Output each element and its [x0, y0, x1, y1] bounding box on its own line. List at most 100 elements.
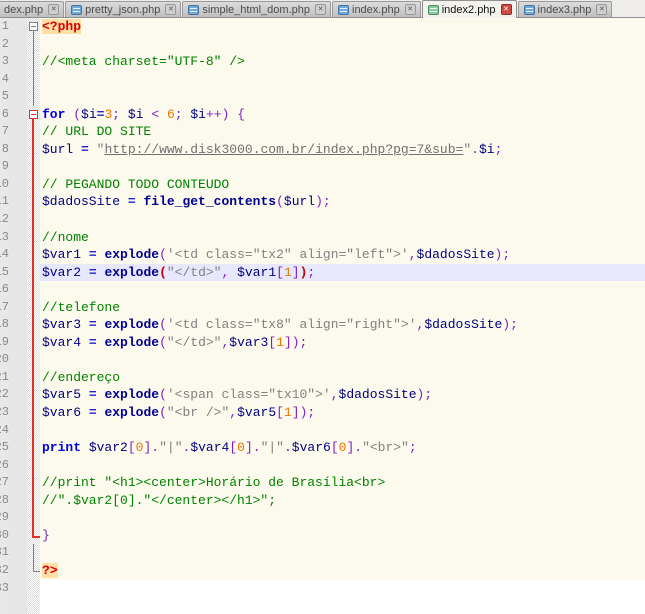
code-text[interactable]: <?php — [40, 18, 645, 36]
code-text[interactable] — [40, 158, 645, 176]
code-text[interactable]: $var3 = explode('<td class="tx8" align="… — [40, 316, 645, 334]
bookmark-margin[interactable] — [9, 386, 27, 405]
line-number: 23 — [0, 404, 9, 422]
code-text[interactable] — [40, 281, 645, 299]
tab-pretty_json-php[interactable]: pretty_json.php ✕ — [65, 1, 182, 17]
code-text[interactable] — [40, 88, 645, 106]
bookmark-margin[interactable] — [9, 88, 27, 106]
bookmark-margin[interactable] — [9, 544, 27, 562]
close-icon[interactable]: ✕ — [48, 4, 60, 15]
fold-marker-line-red — [27, 509, 40, 527]
code-editor[interactable]: 1 <?php 2 3 //<meta charset="UTF-8" /> 4 5 6 for… — [0, 18, 645, 614]
bookmark-margin[interactable] — [9, 123, 27, 141]
bookmark-margin[interactable] — [9, 509, 27, 527]
bookmark-margin[interactable] — [9, 281, 27, 299]
line-number: 7 — [0, 123, 9, 141]
bookmark-margin[interactable] — [9, 316, 27, 334]
code-text[interactable]: $var4 = explode("</td>",$var3[1]); — [40, 333, 645, 352]
close-icon[interactable]: ✕ — [165, 4, 177, 15]
code-text[interactable]: } — [40, 526, 645, 545]
bookmark-margin[interactable] — [9, 70, 27, 89]
code-text[interactable]: // PEGANDO TODO CONTEUDO — [40, 175, 645, 194]
bookmark-margin[interactable] — [9, 421, 27, 440]
bookmark-margin[interactable] — [9, 351, 27, 369]
bookmark-margin[interactable] — [9, 298, 27, 317]
code-text[interactable]: //print "<h1><center>Horário de Brasília… — [40, 474, 645, 492]
bookmark-margin[interactable] — [9, 439, 27, 457]
bookmark-margin[interactable] — [9, 228, 27, 247]
code-text[interactable]: // URL DO SITE — [40, 123, 645, 141]
fold-marker-line-gray — [27, 53, 40, 71]
code-line-30: 30} — [0, 526, 645, 545]
tab-dex-php[interactable]: dex.php ✕ — [0, 1, 65, 17]
fold-marker-line-red — [27, 193, 40, 212]
close-icon[interactable]: ✕ — [404, 4, 416, 15]
code-text[interactable]: $var6 = explode("<br />",$var5[1]); — [40, 404, 645, 422]
bookmark-margin[interactable] — [9, 193, 27, 212]
bookmark-margin[interactable] — [9, 491, 27, 510]
line-number: 11 — [0, 193, 9, 212]
code-text[interactable]: $var1 = explode('<td class="tx2" align="… — [40, 246, 645, 264]
bookmark-margin[interactable] — [9, 368, 27, 387]
line-number: 10 — [0, 175, 9, 194]
tab-index3-php[interactable]: index3.php ✕ — [517, 1, 613, 17]
code-text[interactable]: $var2 = explode("</td>", $var1[1]); — [40, 263, 645, 282]
code-text[interactable] — [40, 211, 645, 229]
tab-simple_html_dom-php[interactable]: simple_html_dom.php ✕ — [182, 1, 331, 17]
code-text[interactable] — [40, 579, 645, 598]
bookmark-margin[interactable] — [9, 579, 27, 598]
code-text[interactable] — [40, 35, 645, 54]
code-text[interactable] — [40, 456, 645, 475]
code-text[interactable] — [40, 544, 645, 562]
code-text[interactable]: print $var2[0]."|".$var4[0]."|".$var6[0]… — [40, 439, 645, 457]
bookmark-margin[interactable] — [9, 333, 27, 352]
fold-margin — [27, 579, 40, 598]
bookmark-margin[interactable] — [9, 211, 27, 229]
bookmark-margin[interactable] — [9, 18, 27, 36]
bookmark-margin[interactable] — [9, 35, 27, 54]
editor-empty-area[interactable] — [0, 597, 645, 614]
code-text[interactable]: //telefone — [40, 298, 645, 317]
code-text[interactable]: $var5 = explode('<span class="tx10">',$d… — [40, 386, 645, 405]
bookmark-margin[interactable] — [9, 474, 27, 492]
code-text[interactable]: //nome — [40, 228, 645, 247]
line-number: 28 — [0, 491, 9, 510]
bookmark-margin[interactable] — [9, 175, 27, 194]
code-text[interactable] — [40, 421, 645, 440]
fold-marker-line-red — [27, 333, 40, 352]
line-number: 30 — [0, 526, 9, 545]
code-text[interactable]: for ($i=3; $i < 6; $i++) { — [40, 105, 645, 124]
bookmark-margin[interactable] — [9, 456, 27, 475]
bookmark-margin[interactable] — [9, 246, 27, 264]
code-text[interactable]: //".$var2[0]."</center></h1>"; — [40, 491, 645, 510]
fold-marker-open-red[interactable] — [27, 105, 40, 124]
code-text[interactable]: ?> — [40, 561, 645, 580]
fold-marker-open-gray[interactable] — [27, 18, 40, 36]
bookmark-margin[interactable] — [9, 158, 27, 176]
code-text[interactable] — [40, 509, 645, 527]
code-text[interactable] — [40, 70, 645, 89]
code-text[interactable]: $url = "http://www.disk3000.com.br/index… — [40, 140, 645, 159]
line-number: 17 — [0, 298, 9, 317]
fold-marker-line-red — [27, 386, 40, 405]
bookmark-margin[interactable] — [9, 404, 27, 422]
code-text[interactable] — [40, 351, 645, 369]
code-text[interactable]: //endereço — [40, 368, 645, 387]
tab-index-php[interactable]: index.php ✕ — [332, 1, 421, 17]
line-number: 25 — [0, 439, 9, 457]
tab-index2-php[interactable]: index2.php ✕ — [421, 0, 517, 18]
bookmark-margin[interactable] — [9, 140, 27, 159]
close-icon[interactable]: ✕ — [596, 4, 608, 15]
code-text[interactable]: $dadosSite = file_get_contents($url); — [40, 193, 645, 212]
close-icon[interactable]: ✕ — [315, 4, 326, 15]
bookmark-margin[interactable] — [9, 53, 27, 71]
code-text[interactable]: //<meta charset="UTF-8" /> — [40, 53, 645, 71]
bookmark-margin[interactable] — [9, 526, 27, 545]
file-icon — [427, 4, 439, 15]
code-line-15: 15 $var2 = explode("</td>", $var1[1]); — [0, 263, 645, 282]
line-number: 19 — [0, 333, 9, 352]
bookmark-margin[interactable] — [9, 105, 27, 124]
close-icon[interactable]: ✕ — [500, 4, 512, 15]
bookmark-margin[interactable] — [9, 561, 27, 580]
bookmark-margin[interactable] — [9, 263, 27, 282]
